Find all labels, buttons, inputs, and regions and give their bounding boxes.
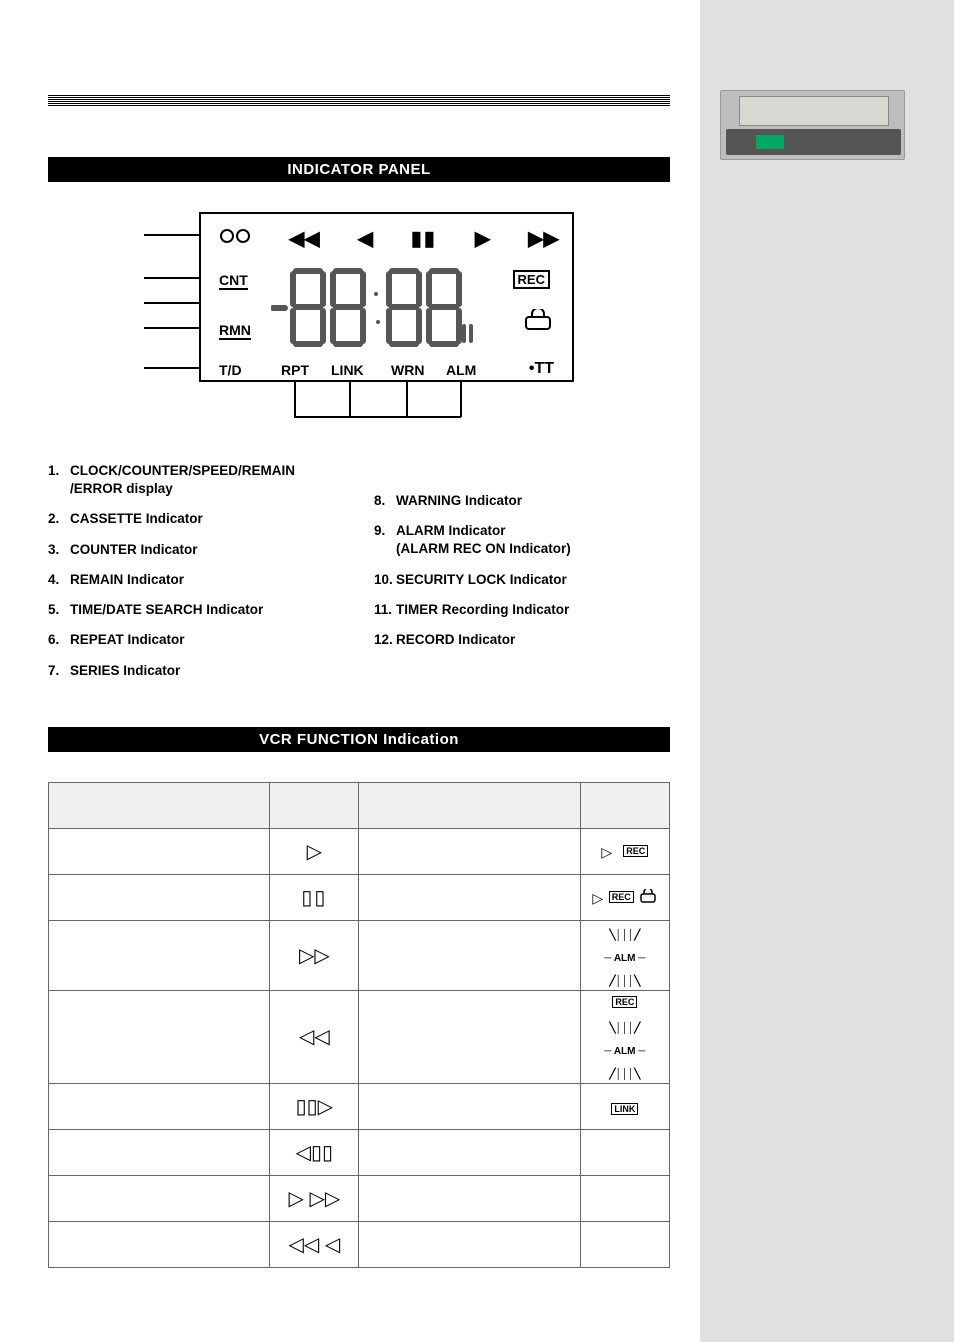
row-label <box>49 1175 270 1221</box>
list-item: 3.COUNTER Indicator <box>48 541 344 559</box>
vcr-function-table: ▷ ▷ REC ▯▯ ▷ REC ▷▷ ╲│││╱─ ALM ─╱│││╲ <box>48 782 670 1268</box>
fast-forward-icon: ▷▷ <box>270 920 359 990</box>
table-row: ◁▯▯ <box>49 1129 670 1175</box>
list-item: 4.REMAIN Indicator <box>48 571 344 589</box>
row-label <box>359 1221 580 1267</box>
list-item: 1.CLOCK/COUNTER/SPEED/REMAIN/ERROR displ… <box>48 462 344 498</box>
row-label <box>49 920 270 990</box>
list-item: 7.SERIES Indicator <box>48 662 344 680</box>
rec-indicator-icon: ▷ REC <box>580 828 669 874</box>
slow-forward-icon: ▯▯▷ <box>270 1083 359 1129</box>
fast-forward-icon: ▶▶ <box>528 226 559 251</box>
row-label <box>49 1221 270 1267</box>
list-item: 11.TIMER Recording Indicator <box>374 601 670 619</box>
indicator-diagram: ◀◀ ◀ ▮▮ ▶ ▶▶ CNT RMN T/D RPT LINK WRN AL… <box>48 212 670 422</box>
row-label <box>359 1175 580 1221</box>
list-item: 5.TIME/DATE SEARCH Indicator <box>48 601 344 619</box>
rmn-label: RMN <box>219 322 251 340</box>
legend-left-column: 1.CLOCK/COUNTER/SPEED/REMAIN/ERROR displ… <box>48 462 344 692</box>
empty-cell <box>580 1175 669 1221</box>
link-label: LINK <box>331 362 364 378</box>
empty-cell <box>580 1129 669 1175</box>
list-item: 6.REPEAT Indicator <box>48 631 344 649</box>
table-row: ▷ ▷ REC <box>49 828 670 874</box>
table-row: ▷ ▷▷ <box>49 1175 670 1221</box>
page: INDICATOR PANEL <box>0 0 700 1342</box>
pause-icon: ▮▮ <box>411 226 437 251</box>
row-label <box>359 920 580 990</box>
row-label <box>359 874 580 920</box>
table-header <box>359 782 580 828</box>
table-row: ▯▯ ▷ REC <box>49 874 670 920</box>
device-thumbnail <box>720 90 905 160</box>
rec-label: REC <box>513 270 550 289</box>
top-rule <box>48 95 670 107</box>
sidebar <box>700 0 954 1342</box>
seven-segment-display <box>271 266 481 362</box>
list-item: 12.RECORD Indicator <box>374 631 670 649</box>
link-indicator-icon: LINK <box>580 1083 669 1129</box>
play-icon: ▶ <box>475 226 490 251</box>
alm-label: ALM <box>446 362 476 378</box>
list-item: 9.ALARM Indicator(ALARM REC ON Indicator… <box>374 522 670 558</box>
td-label: T/D <box>219 362 242 378</box>
panel-box: ◀◀ ◀ ▮▮ ▶ ▶▶ CNT RMN T/D RPT LINK WRN AL… <box>199 212 574 382</box>
rpt-label: RPT <box>281 362 309 378</box>
cassette-icon <box>219 227 251 251</box>
rewind-icon: ◁◁ <box>270 990 359 1083</box>
section-title-vcr-function: VCR FUNCTION Indication <box>48 727 670 752</box>
row-label <box>49 990 270 1083</box>
table-row: ▯▯▷ LINK <box>49 1083 670 1129</box>
row-label <box>359 1083 580 1129</box>
play-icon: ▷ <box>270 828 359 874</box>
empty-cell <box>580 1221 669 1267</box>
indicator-legend: 1.CLOCK/COUNTER/SPEED/REMAIN/ERROR displ… <box>48 462 670 692</box>
search-reverse-icon: ◁◁ ◁ <box>270 1221 359 1267</box>
list-item: 8.WARNING Indicator <box>374 492 670 510</box>
transport-icons-row: ◀◀ ◀ ▮▮ ▶ ▶▶ <box>219 226 559 251</box>
table-header-row <box>49 782 670 828</box>
row-label <box>49 1083 270 1129</box>
table-header <box>49 782 270 828</box>
row-label <box>49 874 270 920</box>
legend-right-column: 8.WARNING Indicator 9.ALARM Indicator(AL… <box>374 462 670 692</box>
pause-icon: ▯▯ <box>270 874 359 920</box>
reverse-play-icon: ◀ <box>358 226 373 251</box>
row-label <box>359 1129 580 1175</box>
alarm-rec-blink-icon: REC ╲│││╱─ ALM ─╱│││╲ <box>580 990 669 1083</box>
row-label <box>359 828 580 874</box>
lock-icon <box>524 309 550 329</box>
section-title-indicator-panel: INDICATOR PANEL <box>48 157 670 182</box>
table-header <box>270 782 359 828</box>
cnt-label: CNT <box>219 272 248 290</box>
rec-lock-indicator-icon: ▷ REC <box>580 874 669 920</box>
table-header <box>580 782 669 828</box>
rewind-icon: ◀◀ <box>289 226 320 251</box>
slow-reverse-icon: ◁▯▯ <box>270 1129 359 1175</box>
alarm-blink-icon: ╲│││╱─ ALM ─╱│││╲ <box>580 920 669 990</box>
list-item: 2.CASSETTE Indicator <box>48 510 344 528</box>
table-row: ◁◁ ◁ <box>49 1221 670 1267</box>
row-label <box>359 990 580 1083</box>
search-forward-icon: ▷ ▷▷ <box>270 1175 359 1221</box>
table-row: ◁◁ REC ╲│││╱─ ALM ─╱│││╲ <box>49 990 670 1083</box>
row-label <box>49 828 270 874</box>
table-row: ▷▷ ╲│││╱─ ALM ─╱│││╲ <box>49 920 670 990</box>
list-item: 10.SECURITY LOCK Indicator <box>374 571 670 589</box>
timer-label: •TT <box>529 360 554 378</box>
wrn-label: WRN <box>391 362 424 378</box>
row-label <box>49 1129 270 1175</box>
